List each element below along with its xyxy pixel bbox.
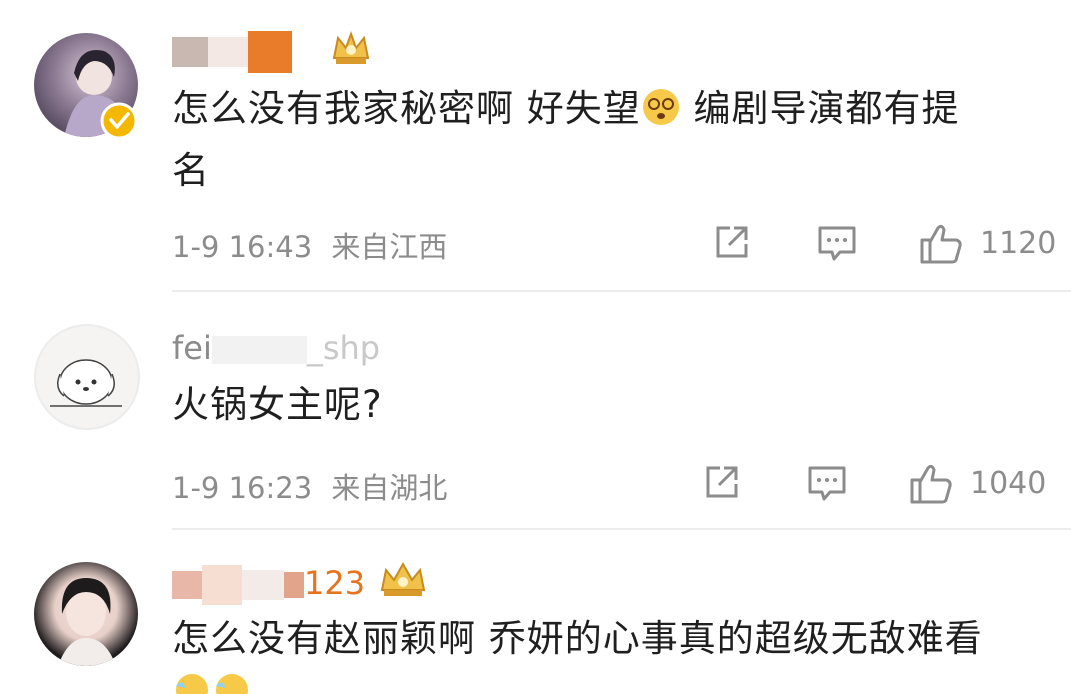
redacted-username-block bbox=[248, 31, 292, 73]
share-button[interactable] bbox=[712, 222, 752, 262]
redacted-username-block bbox=[202, 565, 242, 605]
comment-text-line: 怎么没有我家秘密啊 好失望 bbox=[172, 87, 641, 130]
comment-meta: 1-9 16:43 来自江西 bbox=[172, 224, 447, 266]
comment-text: 怎么没有我家秘密啊 好失望 编剧导演都有提 名 bbox=[172, 78, 1042, 202]
comment-text-line: 名 bbox=[172, 149, 210, 192]
redacted-username-block bbox=[284, 572, 304, 598]
thumbs-up-icon bbox=[910, 464, 952, 504]
comment-icon bbox=[818, 226, 856, 261]
comment-text: 火锅女主呢? bbox=[172, 374, 383, 436]
redacted-username-block bbox=[208, 37, 248, 67]
crown-badge-icon bbox=[332, 31, 370, 64]
redacted-username-block bbox=[242, 570, 284, 600]
like-count: 1040 bbox=[970, 465, 1047, 501]
comment-item-2: fei _shp 火锅女主呢? 1-9 16:23 来自湖北 1040 bbox=[0, 292, 1071, 528]
puppy-avatar-image bbox=[50, 359, 122, 407]
comment-icon bbox=[808, 466, 846, 501]
comment-text: 怎么没有赵丽颖啊 乔妍的心事真的超级无敌难看 bbox=[172, 608, 1062, 670]
laughing-emoji-icon bbox=[176, 674, 208, 694]
reply-button[interactable] bbox=[816, 222, 858, 264]
location: 来自湖北 bbox=[331, 471, 448, 505]
location: 来自江西 bbox=[331, 230, 448, 264]
comment-item-1: 怎么没有我家秘密啊 好失望 编剧导演都有提 名 1-9 16:43 来自江西 1… bbox=[0, 0, 1071, 290]
avatar[interactable] bbox=[34, 324, 140, 430]
reply-button[interactable] bbox=[806, 462, 848, 504]
crown-badge-icon bbox=[380, 561, 426, 596]
share-icon bbox=[706, 466, 738, 498]
dizzy-face-emoji-icon bbox=[642, 89, 679, 125]
emoji-row bbox=[172, 670, 252, 694]
redacted-username-block bbox=[211, 336, 307, 364]
like-button[interactable]: 1040 bbox=[908, 460, 1046, 506]
comment-item-3: 123 怎么没有赵丽颖啊 乔妍的心事真的超级无敌难看 bbox=[0, 530, 1071, 694]
comment-text-line: 怎么没有赵丽颖啊 乔妍的心事真的超级无敌难看 bbox=[172, 617, 983, 660]
redacted-username-block bbox=[172, 37, 208, 67]
comment-meta: 1-9 16:23 来自湖北 bbox=[172, 465, 447, 507]
username[interactable] bbox=[172, 30, 292, 73]
redacted-username-block bbox=[172, 571, 202, 599]
thumbs-up-icon bbox=[920, 224, 962, 264]
verified-badge-icon bbox=[100, 102, 138, 140]
share-icon bbox=[716, 226, 748, 258]
username-tail: _shp bbox=[306, 329, 381, 367]
share-button[interactable] bbox=[702, 462, 742, 502]
avatar[interactable] bbox=[34, 562, 138, 666]
comment-text-line: 编剧导演都有提 bbox=[680, 87, 960, 130]
username-visible: 123 bbox=[304, 564, 366, 602]
comment-text-line: 火锅女主呢? bbox=[172, 383, 383, 426]
username-visible: fei bbox=[172, 329, 212, 367]
username[interactable]: fei _shp bbox=[172, 328, 380, 368]
timestamp: 1-9 16:23 bbox=[172, 471, 313, 505]
username[interactable]: 123 bbox=[172, 563, 366, 605]
like-button[interactable]: 1120 bbox=[918, 220, 1056, 266]
laughing-emoji-icon bbox=[216, 674, 248, 694]
like-count: 1120 bbox=[980, 225, 1057, 261]
timestamp: 1-9 16:43 bbox=[172, 230, 313, 264]
avatar-image bbox=[58, 578, 116, 666]
